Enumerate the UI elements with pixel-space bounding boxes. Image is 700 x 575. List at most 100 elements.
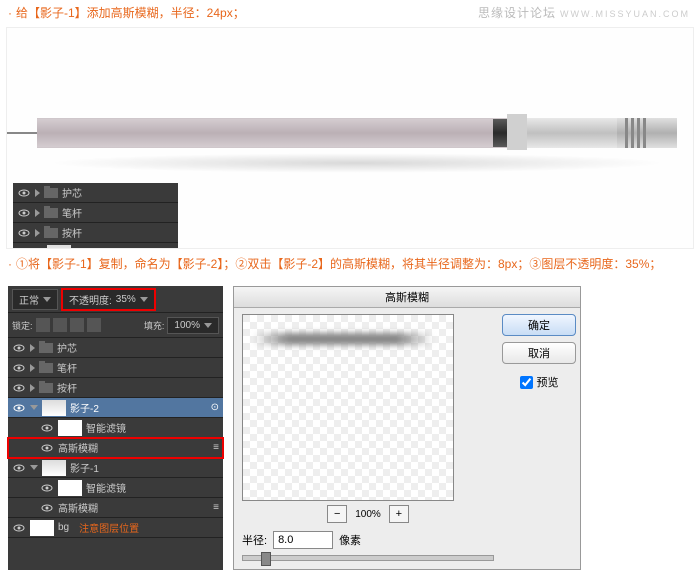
instruction-2: ①将【影子-1】复制，命名为【影子-2】；②双击【影子-2】的高斯模糊，将其半径… <box>16 257 661 271</box>
layer-row[interactable]: 笔杆 <box>13 203 178 223</box>
filter-options-icon[interactable]: ≡ <box>213 442 219 453</box>
visibility-icon[interactable] <box>17 246 31 250</box>
radius-slider[interactable] <box>242 555 494 561</box>
mask-thumb <box>58 420 82 436</box>
layer-label: 影子-2 <box>70 400 99 415</box>
filter-label: 智能滤镜 <box>86 420 126 435</box>
expand-icon[interactable] <box>35 209 40 217</box>
layer-label: 按杆 <box>57 380 77 395</box>
mask-thumb <box>58 480 82 496</box>
ok-button[interactable]: 确定 <box>502 314 576 336</box>
expand-icon[interactable] <box>30 405 38 410</box>
filter-label: 智能滤镜 <box>86 480 126 495</box>
folder-icon <box>39 363 53 373</box>
layer-row[interactable]: bg注意图层位置 <box>8 518 223 538</box>
fill-field[interactable]: 100% <box>167 317 219 334</box>
instruction-1: 给【影子-1】添加高斯模糊，半径：24px； <box>16 6 245 20</box>
visibility-icon[interactable] <box>40 421 54 435</box>
expand-icon[interactable] <box>30 364 35 372</box>
gaussian-blur-dialog: 高斯模糊 − 100% + 半径: 像素 确定 <box>233 286 581 570</box>
layer-label: 笔杆 <box>62 205 82 220</box>
layer-row-selected[interactable]: 影子-2 ⊙ <box>8 398 223 418</box>
folder-icon <box>39 343 53 353</box>
smart-icon: ⊙ <box>160 246 174 250</box>
chevron-down-icon <box>140 297 148 302</box>
layer-label: 护芯 <box>57 340 77 355</box>
zoom-out-button[interactable]: − <box>327 505 347 523</box>
folder-icon <box>44 208 58 218</box>
zoom-in-button[interactable]: + <box>389 505 409 523</box>
canvas: 护芯 笔杆 按杆 影子-1⊙ 智能滤镜 高斯模糊≡ bg <box>6 27 694 249</box>
expand-icon[interactable] <box>30 344 35 352</box>
expand-icon[interactable] <box>30 384 35 392</box>
layer-row[interactable]: 影子-1 ⊙ <box>13 243 178 249</box>
expand-icon[interactable] <box>30 465 38 470</box>
expand-icon[interactable] <box>35 189 40 197</box>
layer-row[interactable]: 笔杆 <box>8 358 223 378</box>
radius-input[interactable] <box>273 531 333 549</box>
pencil-graphic <box>37 118 677 148</box>
layer-thumb <box>42 460 66 476</box>
layer-row[interactable]: 护芯 <box>13 183 178 203</box>
layer-thumb <box>47 245 71 250</box>
folder-icon <box>44 228 58 238</box>
lock-label: 锁定: <box>12 319 33 332</box>
visibility-icon[interactable] <box>17 226 31 240</box>
layer-label: bg <box>58 522 69 533</box>
folder-icon <box>44 188 58 198</box>
layer-thumb <box>30 520 54 536</box>
layer-label: 影子-1 <box>70 460 99 475</box>
preview-checkbox[interactable]: 预览 <box>520 374 559 390</box>
smart-icon: ⊙ <box>211 402 219 413</box>
opacity-field[interactable]: 不透明度: 35% <box>62 289 155 310</box>
visibility-icon[interactable] <box>12 381 26 395</box>
slider-handle[interactable] <box>261 552 271 566</box>
watermark-url: WWW.MISSYUAN.COM <box>560 9 690 19</box>
blur-preview[interactable] <box>242 314 454 501</box>
lock-all-icon[interactable] <box>87 318 101 332</box>
visibility-icon[interactable] <box>12 401 26 415</box>
lock-paint-icon[interactable] <box>53 318 67 332</box>
smart-filter-row[interactable]: 智能滤镜 <box>8 478 223 498</box>
layer-row[interactable]: 影子-1 <box>8 458 223 478</box>
bullet-icon: · <box>8 6 12 20</box>
folder-icon <box>39 383 53 393</box>
visibility-icon[interactable] <box>40 481 54 495</box>
radius-unit: 像素 <box>339 532 361 548</box>
radius-label: 半径: <box>242 532 267 548</box>
visibility-icon[interactable] <box>40 501 54 515</box>
visibility-icon[interactable] <box>17 206 31 220</box>
layer-label: 护芯 <box>62 185 82 200</box>
fill-label: 填充: <box>144 319 165 332</box>
layer-row[interactable]: 按杆 <box>13 223 178 243</box>
expand-icon[interactable] <box>35 229 40 237</box>
filter-label: 高斯模糊 <box>58 440 98 455</box>
layer-label: 按杆 <box>62 225 82 240</box>
blend-mode-select[interactable]: 正常 <box>12 289 58 310</box>
visibility-icon[interactable] <box>40 441 54 455</box>
layer-label: 影子-1 <box>75 245 104 249</box>
visibility-icon[interactable] <box>12 521 26 535</box>
visibility-icon[interactable] <box>12 461 26 475</box>
layer-thumb <box>42 400 66 416</box>
layers-panel-1: 护芯 笔杆 按杆 影子-1⊙ 智能滤镜 高斯模糊≡ bg <box>13 183 178 249</box>
filter-row[interactable]: 高斯模糊≡ <box>8 498 223 518</box>
visibility-icon[interactable] <box>12 361 26 375</box>
filter-row-highlighted[interactable]: 高斯模糊 ≡ <box>8 438 223 458</box>
bullet-icon: · <box>8 257 12 271</box>
cancel-button[interactable]: 取消 <box>502 342 576 364</box>
lock-transparent-icon[interactable] <box>36 318 50 332</box>
visibility-icon[interactable] <box>17 186 31 200</box>
dialog-title: 高斯模糊 <box>234 287 580 308</box>
layer-label: 笔杆 <box>57 360 77 375</box>
pencil-shadow <box>47 153 667 173</box>
chevron-down-icon <box>204 323 212 328</box>
preview-check-input[interactable] <box>520 376 533 389</box>
zoom-value: 100% <box>355 509 381 520</box>
visibility-icon[interactable] <box>12 341 26 355</box>
smart-filter-row[interactable]: 智能滤镜 <box>8 418 223 438</box>
lock-move-icon[interactable] <box>70 318 84 332</box>
layer-row[interactable]: 护芯 <box>8 338 223 358</box>
layer-row[interactable]: 按杆 <box>8 378 223 398</box>
filter-options-icon[interactable]: ≡ <box>213 502 219 513</box>
